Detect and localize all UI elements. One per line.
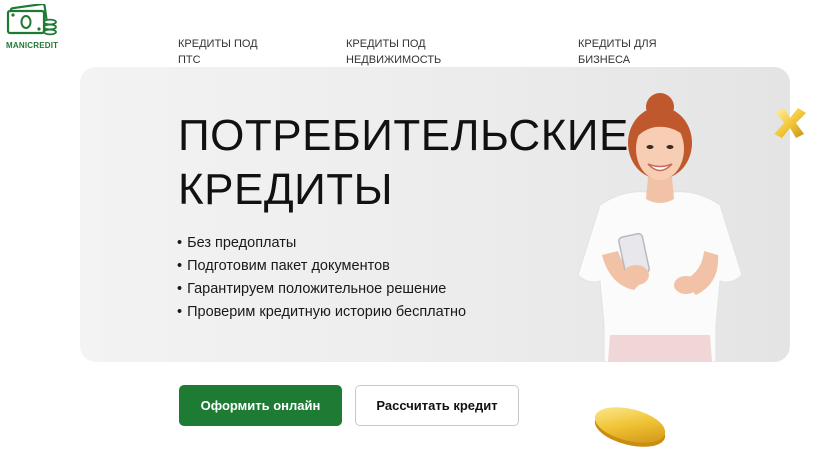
nav-link-business-credit[interactable]: КРЕДИТЫ ДЛЯ БИЗНЕСА bbox=[578, 36, 718, 68]
benefit-item: Без предоплаты bbox=[177, 232, 466, 255]
money-stack-icon bbox=[6, 4, 57, 36]
nav-link-text: КРЕДИТЫ ДЛЯ bbox=[578, 38, 657, 50]
nav-link-pts-credit[interactable]: КРЕДИТЫ ПОД ПТС bbox=[178, 36, 318, 68]
nav-link-text: ПТС bbox=[178, 54, 201, 66]
nav-link-text: КРЕДИТЫ ПОД bbox=[178, 38, 258, 50]
page-title-line: ПОТРЕБИТЕЛЬСКИЕ bbox=[178, 111, 629, 160]
calculate-credit-button[interactable]: Рассчитать кредит bbox=[355, 385, 519, 426]
page-title: ПОТРЕБИТЕЛЬСКИЕ КРЕДИТЫ bbox=[178, 109, 629, 217]
hero-banner: ПОТРЕБИТЕЛЬСКИЕ КРЕДИТЫ Без предоплаты П… bbox=[80, 67, 790, 362]
apply-online-button[interactable]: Оформить онлайн bbox=[179, 385, 342, 426]
nav-link-text: НЕДВИЖИМОСТЬ bbox=[346, 54, 442, 66]
hero-woman-image bbox=[577, 93, 743, 362]
gold-coin-icon bbox=[594, 407, 666, 447]
page-title-line: КРЕДИТЫ bbox=[178, 165, 394, 214]
benefits-list: Без предоплаты Подготовим пакет документ… bbox=[177, 232, 466, 324]
brand-name: MANICREDIT bbox=[6, 41, 59, 50]
nav-link-text: КРЕДИТЫ ПОД bbox=[346, 38, 426, 50]
benefit-item: Подготовим пакет документов bbox=[177, 255, 466, 278]
nav-link-text: БИЗНЕСА bbox=[578, 54, 631, 66]
brand-logo[interactable]: MANICREDIT bbox=[6, 4, 66, 52]
benefit-item: Гарантируем положительное решение bbox=[177, 278, 466, 301]
gold-x-icon bbox=[774, 108, 806, 138]
benefit-item: Проверим кредитную историю бесплатно bbox=[177, 301, 466, 324]
nav-link-real-estate-credit[interactable]: КРЕДИТЫ ПОД НЕДВИЖИМОСТЬ bbox=[346, 36, 486, 68]
